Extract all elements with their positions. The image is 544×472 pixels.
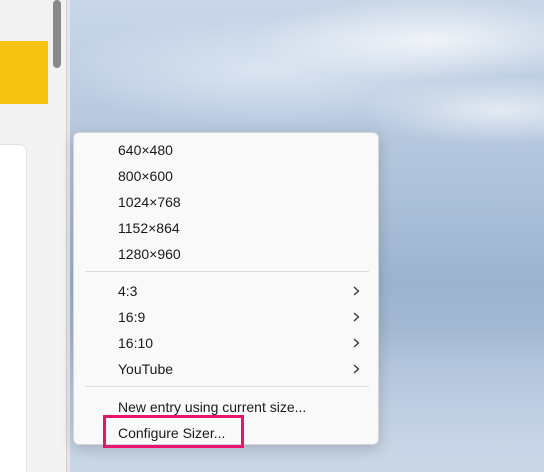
menu-item-label: 16:9 — [118, 309, 146, 325]
app-accent-banner — [0, 41, 48, 104]
menu-item-4-3[interactable]: 4:3 — [74, 278, 378, 304]
menu-item-label: 800×600 — [118, 168, 173, 184]
scrollbar-thumb[interactable] — [53, 0, 61, 68]
menu-item-16-10[interactable]: 16:10 — [74, 330, 378, 356]
menu-item-youtube[interactable]: YouTube — [74, 356, 378, 382]
chevron-right-icon — [353, 364, 360, 374]
menu-item-16-9[interactable]: 16:9 — [74, 304, 378, 330]
menu-item-640x480[interactable]: 640×480 — [74, 137, 378, 163]
menu-item-1024x768[interactable]: 1024×768 — [74, 189, 378, 215]
menu-item-label: 640×480 — [118, 142, 173, 158]
chevron-right-icon — [353, 338, 360, 348]
menu-item-1280x960[interactable]: 1280×960 — [74, 241, 378, 267]
menu-item-label: 1280×960 — [118, 246, 181, 262]
scrollbar-track[interactable] — [50, 0, 64, 472]
menu-item-label: 16:10 — [118, 335, 154, 351]
menu-separator — [85, 386, 369, 387]
app-content-card — [0, 144, 27, 472]
menu-item-label: YouTube — [118, 361, 174, 377]
menu-item-label: 4:3 — [118, 283, 138, 299]
menu-item-label: 1152×864 — [118, 220, 180, 236]
chevron-right-icon — [353, 312, 360, 322]
menu-item-label: 1024×768 — [118, 194, 181, 210]
chevron-right-icon — [353, 286, 360, 296]
screen: 640×480 800×600 1024×768 1152×864 1280×9… — [0, 0, 544, 472]
sizer-context-menu: 640×480 800×600 1024×768 1152×864 1280×9… — [73, 132, 379, 445]
highlight-box — [103, 415, 244, 448]
menu-item-800x600[interactable]: 800×600 — [74, 163, 378, 189]
menu-separator — [85, 271, 369, 272]
menu-item-1152x864[interactable]: 1152×864 — [74, 215, 378, 241]
